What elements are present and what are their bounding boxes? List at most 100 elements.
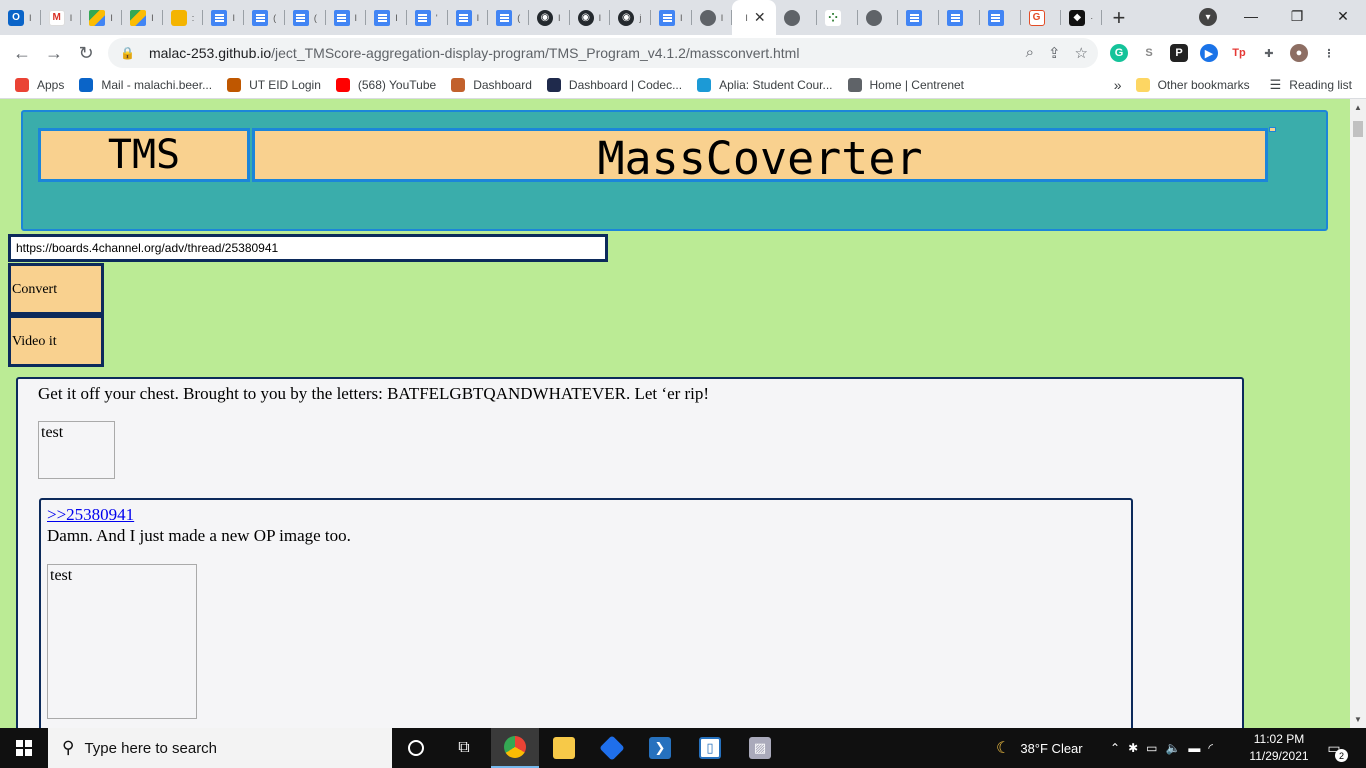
bookmark-label: Dashboard | Codec... xyxy=(568,77,683,92)
tab-strip: O I M I I I: I((I I ' I(◉ I ◉ I ◉ j I I I ✕ ⁘ G ◆ · + xyxy=(0,0,1366,35)
browser-tab[interactable]: ( xyxy=(244,0,285,35)
meet-icon[interactable]: ▭ xyxy=(1146,741,1157,755)
browser-tab[interactable]: ' xyxy=(407,0,448,35)
window-close-icon[interactable]: ✕ xyxy=(1320,0,1366,32)
tab-list: O I M I I I: I((I I ' I(◉ I ◉ I ◉ j I I xyxy=(0,0,733,35)
browser-tab[interactable]: I xyxy=(203,0,244,35)
tab-search-icon[interactable]: ▾ xyxy=(1199,8,1217,26)
url-text: malac-253.github.io/ject_TMScore-aggrega… xyxy=(149,45,800,61)
restore-icon[interactable]: ❐ xyxy=(1274,0,1320,32)
p-ext-icon[interactable]: P xyxy=(1170,44,1188,62)
weather-widget[interactable]: ☾ 38°F Clear xyxy=(996,728,1083,768)
scroll-down-icon[interactable]: ▼ xyxy=(1354,715,1362,724)
browser-tab[interactable]: I xyxy=(692,0,733,35)
scroll-up-icon[interactable]: ▲ xyxy=(1354,103,1362,112)
browser-tab[interactable]: I xyxy=(81,0,122,35)
tab-list-after: ⁘ G ◆ · xyxy=(776,0,1102,35)
active-tab[interactable]: I ✕ xyxy=(732,0,777,35)
browser-tab[interactable] xyxy=(980,0,1021,35)
browser-tab[interactable]: ( xyxy=(285,0,326,35)
tp-ext-icon[interactable]: Tp xyxy=(1230,44,1248,62)
forward-icon[interactable]: → xyxy=(38,37,70,69)
task-view-icon[interactable]: ⧉ xyxy=(440,728,488,768)
bookmark-item[interactable]: Dashboard xyxy=(451,77,532,92)
browser-tab[interactable]: ⁘ xyxy=(817,0,858,35)
back-icon[interactable]: ← xyxy=(6,37,38,69)
browser-tab[interactable]: I xyxy=(366,0,407,35)
browser-tab[interactable]: ◉ j xyxy=(610,0,651,35)
start-button[interactable] xyxy=(0,728,48,768)
address-bar[interactable]: 🔒 malac-253.github.io/ject_TMScore-aggre… xyxy=(108,38,1098,68)
bookmark-star-icon[interactable]: ☆ xyxy=(1075,44,1088,62)
bookmark-item[interactable]: Aplia: Student Cour... xyxy=(697,77,833,92)
bookmark-item[interactable]: (568) YouTube xyxy=(335,77,436,92)
browser-tab[interactable]: G xyxy=(1021,0,1062,35)
browser-tab[interactable]: I xyxy=(651,0,692,35)
browser-tab[interactable] xyxy=(858,0,899,35)
browser-tab[interactable]: ( xyxy=(488,0,529,35)
lock-icon[interactable]: 🔒 xyxy=(120,46,135,60)
zoom-icon[interactable]: ⌕ xyxy=(1026,44,1034,62)
bookmark-item[interactable]: Apps xyxy=(15,77,64,92)
github-icon: ◉ xyxy=(618,9,635,26)
browser-tab[interactable]: MI xyxy=(41,0,82,35)
browser-tab[interactable]: ◉ I xyxy=(529,0,570,35)
bookmarks-overflow-icon[interactable]: » xyxy=(1114,77,1122,93)
browser-tab[interactable]: I xyxy=(122,0,163,35)
menu-icon[interactable]: ⋮ xyxy=(1320,44,1338,62)
reply-quote-link[interactable]: >>25380941 xyxy=(47,505,134,525)
new-tab-button[interactable]: + xyxy=(1102,0,1136,35)
bookmark-item[interactable]: Mail - malachi.beer... xyxy=(79,77,212,92)
convert-button[interactable]: Convert xyxy=(8,263,104,315)
tab-title: I xyxy=(476,12,480,23)
browser-tab[interactable] xyxy=(776,0,817,35)
browser-tab[interactable]: : xyxy=(163,0,204,35)
profile-avatar[interactable]: ● xyxy=(1290,44,1308,62)
battery-icon[interactable]: ▬ xyxy=(1188,741,1200,755)
git-icon[interactable] xyxy=(588,728,636,768)
scrollbar-thumb[interactable] xyxy=(1353,121,1363,137)
thread-url-input[interactable] xyxy=(8,234,608,262)
bookmark-item[interactable]: Dashboard | Codec... xyxy=(546,77,683,92)
browser-tab[interactable]: I xyxy=(448,0,489,35)
video-it-button[interactable]: Video it xyxy=(8,315,104,367)
reload-icon[interactable]: ↻ xyxy=(70,37,102,69)
notifications-icon[interactable]: ▭ 2 xyxy=(1322,737,1348,762)
reading-list[interactable]: ☰ Reading list xyxy=(1270,77,1352,93)
share-icon[interactable]: ⇪ xyxy=(1048,44,1061,62)
cortana-icon[interactable] xyxy=(392,728,440,768)
clock-time: 11:02 PM xyxy=(1253,732,1305,746)
chrome-taskbar-icon[interactable] xyxy=(491,728,539,768)
s-ext-icon[interactable]: S xyxy=(1140,44,1158,62)
docs-icon xyxy=(252,9,269,26)
bookmark-item[interactable]: Home | Centrenet xyxy=(847,77,964,92)
tab-title: I xyxy=(395,12,398,23)
page-scrollbar[interactable]: ▲ ▼ xyxy=(1350,99,1366,728)
browser-tab[interactable]: OI xyxy=(0,0,41,35)
tray-expand-icon[interactable]: ⌃ xyxy=(1110,741,1120,755)
volume-icon[interactable]: 🔈 xyxy=(1165,741,1180,755)
extensions-icon[interactable]: ✚ xyxy=(1260,44,1278,62)
wifi-icon[interactable]: ◜ xyxy=(1208,741,1213,755)
play-ext-icon[interactable]: ▶ xyxy=(1200,44,1218,62)
minimize-icon[interactable]: — xyxy=(1228,0,1274,32)
browser-tab[interactable] xyxy=(939,0,980,35)
bookmark-item[interactable]: UT EID Login xyxy=(227,77,321,92)
browser-tab[interactable]: ◆ · xyxy=(1061,0,1102,35)
bluetooth-icon[interactable]: ✱ xyxy=(1128,741,1138,755)
powershell-icon[interactable]: ❯ xyxy=(636,728,684,768)
browser-tab[interactable]: I xyxy=(326,0,367,35)
file-explorer-icon[interactable] xyxy=(540,728,588,768)
other-bookmarks[interactable]: Other bookmarks xyxy=(1135,77,1250,92)
grammarly-ext-icon[interactable]: G xyxy=(1110,44,1128,62)
close-tab-icon[interactable]: ✕ xyxy=(754,9,766,26)
clock[interactable]: 11:02 PM 11/29/2021 xyxy=(1238,731,1320,765)
url-host: malac-253.github.io xyxy=(148,45,272,61)
browser-tab[interactable] xyxy=(898,0,939,35)
browser-tab[interactable]: ◉ I xyxy=(570,0,611,35)
photos-icon[interactable]: ▨ xyxy=(736,728,784,768)
app-icon[interactable]: ▯ xyxy=(686,728,734,768)
taskbar-search[interactable]: ⚲ Type here to search xyxy=(48,728,392,768)
apps-icon xyxy=(15,77,29,92)
reading-list-label: Reading list xyxy=(1289,77,1352,92)
